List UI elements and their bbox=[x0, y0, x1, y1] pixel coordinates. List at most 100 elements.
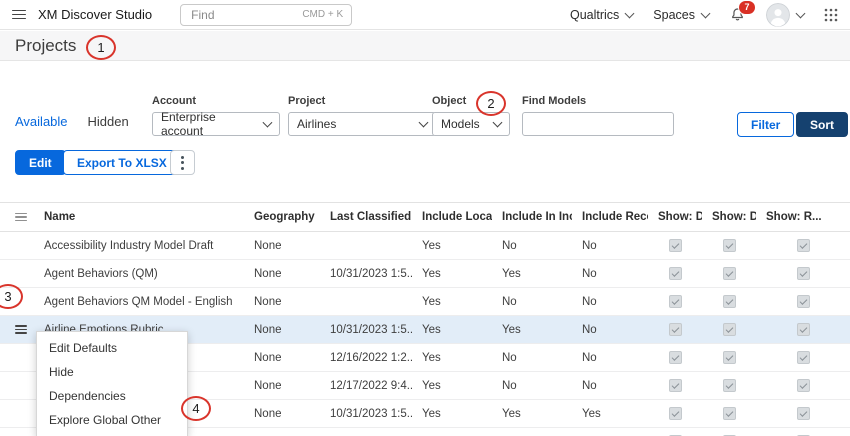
cell-geography: None bbox=[244, 352, 320, 364]
table-row[interactable]: Agent Behaviors (QM)None10/31/2023 1:5..… bbox=[0, 260, 850, 288]
tab-hidden[interactable]: Hidden bbox=[88, 114, 129, 129]
column-header[interactable]: Include Recor... bbox=[572, 211, 648, 223]
context-menu-item[interactable]: Hide bbox=[37, 360, 187, 384]
checkbox[interactable] bbox=[669, 239, 682, 252]
checkbox[interactable] bbox=[723, 295, 736, 308]
checkbox[interactable] bbox=[669, 407, 682, 420]
cell-include-local: Yes bbox=[412, 240, 492, 252]
cell-show-checkbox bbox=[756, 351, 850, 364]
find-models-input[interactable] bbox=[522, 112, 674, 136]
filter-button[interactable]: Filter bbox=[737, 112, 794, 137]
global-search[interactable]: CMD + K bbox=[180, 4, 352, 26]
cell-show-checkbox bbox=[702, 379, 756, 392]
cell-name: Accessibility Industry Model Draft bbox=[34, 240, 244, 252]
column-header[interactable]: Geography bbox=[244, 211, 320, 223]
checkbox[interactable] bbox=[669, 295, 682, 308]
column-header[interactable]: Show: D... bbox=[648, 211, 702, 223]
find-models-label: Find Models bbox=[522, 95, 674, 107]
checkbox[interactable] bbox=[797, 267, 810, 280]
checkbox[interactable] bbox=[723, 379, 736, 392]
project-label: Project bbox=[288, 95, 436, 107]
cell-show-checkbox bbox=[702, 295, 756, 308]
hamburger-menu-icon[interactable] bbox=[12, 10, 26, 20]
cell-include-local: Yes bbox=[412, 296, 492, 308]
kebab-icon bbox=[181, 156, 184, 170]
app-title: XM Discover Studio bbox=[38, 7, 152, 22]
checkbox[interactable] bbox=[797, 239, 810, 252]
account-menu[interactable] bbox=[766, 3, 804, 27]
checkbox[interactable] bbox=[797, 351, 810, 364]
column-header[interactable]: Include In Inc... bbox=[492, 211, 572, 223]
spaces-menu[interactable]: Spaces bbox=[653, 8, 709, 22]
cell-include-in: No bbox=[492, 296, 572, 308]
checkbox[interactable] bbox=[723, 407, 736, 420]
search-input[interactable] bbox=[189, 7, 296, 23]
checkbox[interactable] bbox=[669, 379, 682, 392]
checkbox[interactable] bbox=[669, 267, 682, 280]
notifications-button[interactable]: 7 bbox=[729, 6, 746, 24]
column-header[interactable]: Show: R... bbox=[756, 211, 850, 223]
more-actions-button[interactable] bbox=[170, 150, 195, 175]
cell-last-classified: 10/31/2023 1:5... bbox=[320, 268, 412, 280]
chevron-down-icon bbox=[419, 118, 429, 128]
checkbox[interactable] bbox=[797, 295, 810, 308]
cell-show-checkbox bbox=[648, 351, 702, 364]
checkbox[interactable] bbox=[723, 267, 736, 280]
object-select[interactable]: Models bbox=[432, 112, 510, 136]
cell-include-local: Yes bbox=[412, 380, 492, 392]
app-grid-icon[interactable] bbox=[824, 8, 838, 22]
cell-show-checkbox bbox=[756, 295, 850, 308]
cell-include-in: Yes bbox=[492, 408, 572, 420]
drag-icon bbox=[15, 213, 27, 222]
cell-geography: None bbox=[244, 380, 320, 392]
cell-include-local: Yes bbox=[412, 408, 492, 420]
cell-include-in: No bbox=[492, 352, 572, 364]
qualtrics-menu[interactable]: Qualtrics bbox=[570, 8, 633, 22]
header-drag-handle-cell bbox=[0, 213, 34, 222]
export-xlsx-button[interactable]: Export To XLSX bbox=[63, 150, 181, 175]
cell-geography: None bbox=[244, 408, 320, 420]
cell-last-classified: 10/31/2023 1:5... bbox=[320, 324, 412, 336]
project-select[interactable]: Airlines bbox=[288, 112, 436, 136]
project-filter-group: Project Airlines bbox=[288, 95, 436, 136]
row-drag-handle-cell[interactable] bbox=[0, 325, 34, 334]
cell-show-checkbox bbox=[756, 407, 850, 420]
cell-geography: None bbox=[244, 240, 320, 252]
account-select[interactable]: Enterprise account bbox=[152, 112, 280, 136]
checkbox[interactable] bbox=[669, 323, 682, 336]
chevron-down-icon bbox=[796, 8, 806, 18]
checkbox[interactable] bbox=[797, 407, 810, 420]
context-menu-item[interactable]: Explore Global Other bbox=[37, 408, 187, 432]
sort-button-wrap: Sort bbox=[796, 112, 848, 137]
table-row[interactable]: Accessibility Industry Model DraftNone Ye… bbox=[0, 232, 850, 260]
checkbox[interactable] bbox=[723, 239, 736, 252]
cell-include-in: No bbox=[492, 240, 572, 252]
column-header[interactable]: Show: D... bbox=[702, 211, 756, 223]
cell-show-checkbox bbox=[648, 407, 702, 420]
cell-include-recor: No bbox=[572, 296, 648, 308]
checkbox[interactable] bbox=[797, 379, 810, 392]
sort-button[interactable]: Sort bbox=[796, 112, 848, 137]
checkbox[interactable] bbox=[669, 351, 682, 364]
page-title: Projects bbox=[15, 36, 76, 56]
account-filter-group: Account Enterprise account bbox=[152, 95, 280, 136]
chevron-down-icon bbox=[263, 118, 273, 128]
checkbox[interactable] bbox=[723, 351, 736, 364]
column-header[interactable]: Name bbox=[34, 211, 244, 223]
tab-available[interactable]: Available bbox=[15, 114, 68, 129]
context-menu-item[interactable]: Edit Defaults bbox=[37, 336, 187, 360]
cell-include-recor: No bbox=[572, 268, 648, 280]
cell-show-checkbox bbox=[702, 323, 756, 336]
context-menu-item[interactable]: Dependencies bbox=[37, 384, 187, 408]
cell-last-classified: 10/31/2023 1:5... bbox=[320, 408, 412, 420]
checkbox[interactable] bbox=[723, 323, 736, 336]
column-header[interactable]: Include Local ... bbox=[412, 211, 492, 223]
cell-show-checkbox bbox=[648, 323, 702, 336]
checkbox[interactable] bbox=[797, 323, 810, 336]
edit-button[interactable]: Edit bbox=[15, 150, 66, 175]
table-row[interactable]: Agent Behaviors QM Model - EnglishNoneYe… bbox=[0, 288, 850, 316]
cell-include-recor: Yes bbox=[572, 408, 648, 420]
visibility-tabs: Available Hidden bbox=[15, 114, 129, 129]
column-header[interactable]: Last Classified bbox=[320, 211, 412, 223]
cell-include-in: Yes bbox=[492, 324, 572, 336]
